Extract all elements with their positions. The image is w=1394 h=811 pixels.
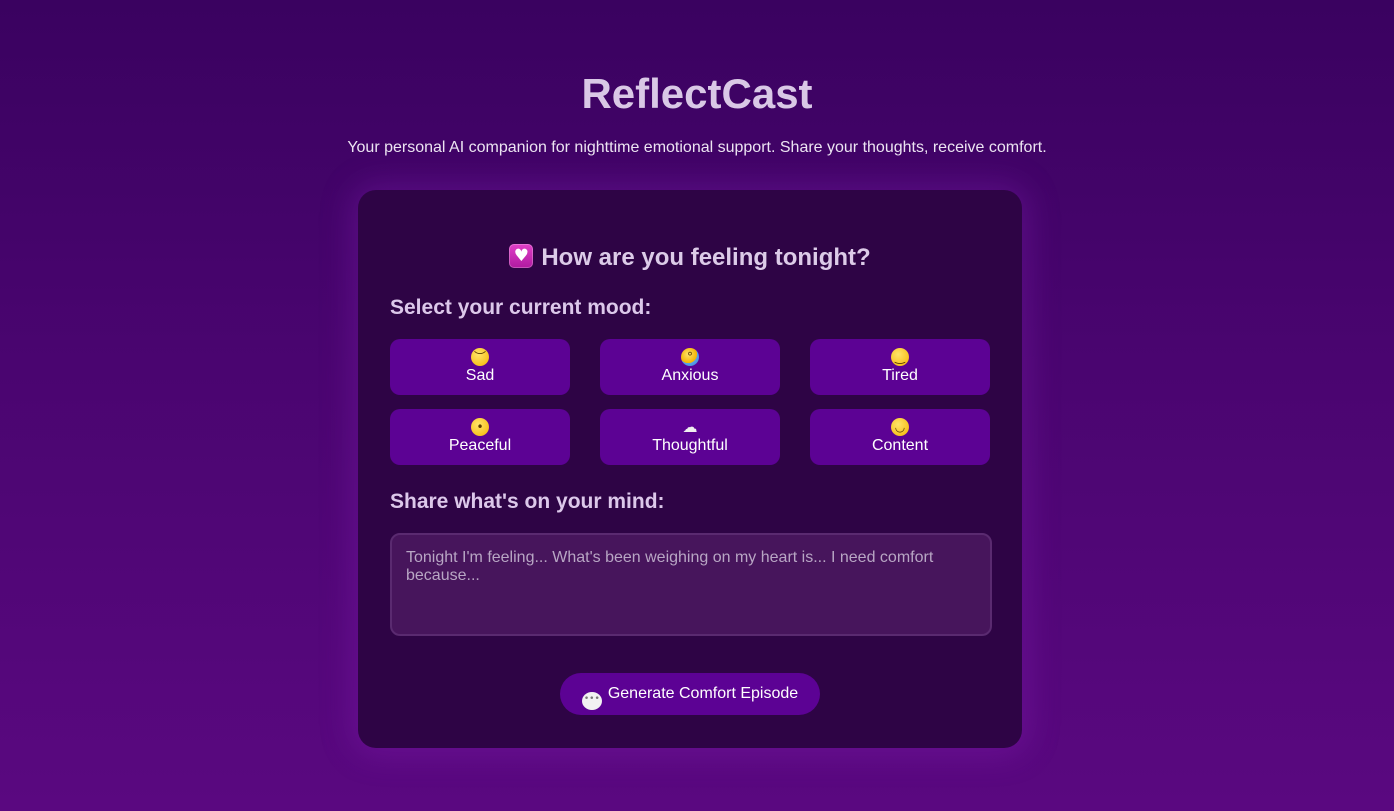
share-section-label: Share what's on your mind: bbox=[390, 490, 665, 513]
mood-grid: ︶ Sad ° Anxious ‿ Tired • Peaceful ☁ Tho… bbox=[390, 339, 990, 465]
mood-button-peaceful[interactable]: • Peaceful bbox=[390, 409, 570, 465]
mood-button-anxious[interactable]: ° Anxious bbox=[600, 339, 780, 395]
sleeping-face-icon: ‿ bbox=[891, 348, 909, 366]
happy-face-icon: ◡ bbox=[891, 418, 909, 436]
app-subtitle: Your personal AI companion for nighttime… bbox=[347, 139, 1047, 156]
mood-button-content[interactable]: ◡ Content bbox=[810, 409, 990, 465]
sad-face-icon: ︶ bbox=[471, 348, 489, 366]
mood-label-anxious: Anxious bbox=[661, 367, 719, 384]
speech-bubble-icon: ••• bbox=[581, 692, 602, 710]
mood-label-peaceful: Peaceful bbox=[448, 437, 512, 454]
app-title: ReflectCast bbox=[581, 70, 813, 117]
mood-label-thoughtful: Thoughtful bbox=[652, 437, 728, 454]
mood-label-tired: Tired bbox=[882, 367, 918, 384]
mood-label-content: Content bbox=[871, 437, 929, 454]
mood-button-tired[interactable]: ‿ Tired bbox=[810, 339, 990, 395]
mood-button-thoughtful[interactable]: ☁ Thoughtful bbox=[600, 409, 780, 465]
anxious-face-icon: ° bbox=[681, 348, 699, 366]
generate-button-label: Generate Comfort Episode bbox=[607, 685, 799, 702]
smiling-face-icon: • bbox=[471, 418, 489, 436]
mood-section-label: Select your current mood: bbox=[390, 296, 652, 319]
mood-button-sad[interactable]: ︶ Sad bbox=[390, 339, 570, 395]
card-heading: ♥ How are you feeling tonight? bbox=[358, 242, 1022, 274]
mind-textarea[interactable] bbox=[390, 533, 992, 636]
heart-icon: ♥ bbox=[509, 244, 534, 268]
mood-label-sad: Sad bbox=[465, 367, 495, 384]
mood-card: ♥ How are you feeling tonight? Select you… bbox=[358, 190, 1022, 748]
generate-comfort-button[interactable]: ••• Generate Comfort Episode bbox=[560, 673, 820, 715]
cloud-icon: ☁ bbox=[682, 418, 698, 436]
card-heading-text: How are you feeling tonight? bbox=[541, 244, 871, 271]
